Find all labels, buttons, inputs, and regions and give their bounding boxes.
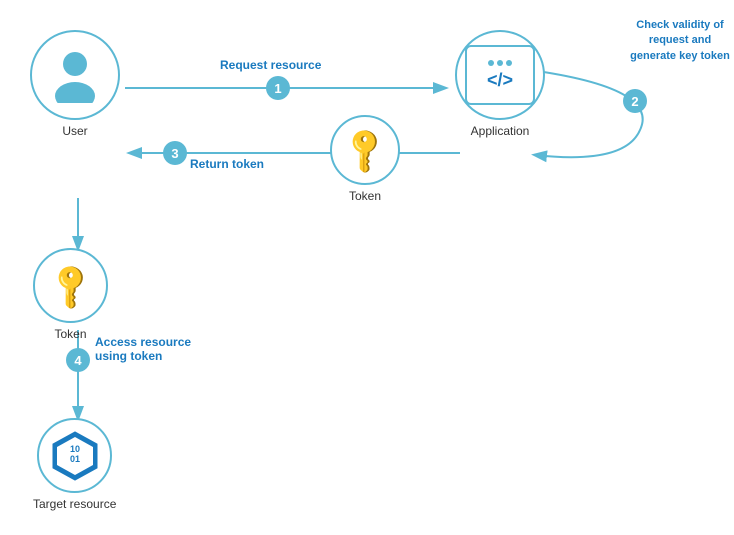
target-node: 10 01 Target resource	[33, 418, 116, 511]
user-icon-svg	[50, 48, 100, 103]
application-box: </>	[465, 45, 535, 105]
application-label: Application	[471, 124, 530, 138]
step3-number: 3	[163, 141, 187, 165]
user-node: User	[30, 30, 120, 138]
app-dot-2	[497, 60, 503, 66]
token-mid-circle: 🔑	[330, 115, 400, 185]
step4-badge: 4	[66, 348, 90, 372]
diagram: User 1 Request resource </> Application …	[0, 0, 734, 535]
target-circle: 10 01	[37, 418, 112, 493]
token-mid-node: 🔑 Token	[330, 115, 400, 203]
token-mid-label: Token	[349, 189, 381, 203]
step1-number: 1	[266, 76, 290, 100]
step4-number: 4	[66, 348, 90, 372]
token-bottom-node: 🔑 Token	[33, 248, 108, 341]
app-code-icon: </>	[487, 70, 513, 91]
svg-text:10: 10	[70, 444, 80, 454]
step2-badge: 2	[623, 89, 647, 113]
app-dot-1	[488, 60, 494, 66]
app-dot-3	[506, 60, 512, 66]
target-circle-outer: 10 01	[37, 418, 112, 493]
step1-label: Request resource	[220, 58, 321, 72]
token-bottom-label: Token	[54, 327, 86, 341]
user-circle	[30, 30, 120, 120]
target-label: Target resource	[33, 497, 116, 511]
application-circle: </>	[455, 30, 545, 120]
app-dots	[488, 60, 512, 66]
step2-label: Check validity of request and generate k…	[630, 18, 730, 64]
step2-number: 2	[623, 89, 647, 113]
step1-badge: 1	[266, 76, 290, 100]
svg-text:01: 01	[70, 454, 80, 464]
user-label: User	[62, 124, 87, 138]
step3-badge: 3	[163, 141, 187, 165]
key-bottom-icon: 🔑	[43, 258, 98, 313]
token-bottom-circle: 🔑	[33, 248, 108, 323]
application-node: </> Application	[455, 30, 545, 138]
step4-label: Access resourceusing token	[95, 335, 225, 363]
key-mid-icon: 🔑	[337, 122, 392, 177]
hex-svg: 10 01	[49, 430, 101, 482]
step3-label: Return token	[190, 157, 264, 171]
